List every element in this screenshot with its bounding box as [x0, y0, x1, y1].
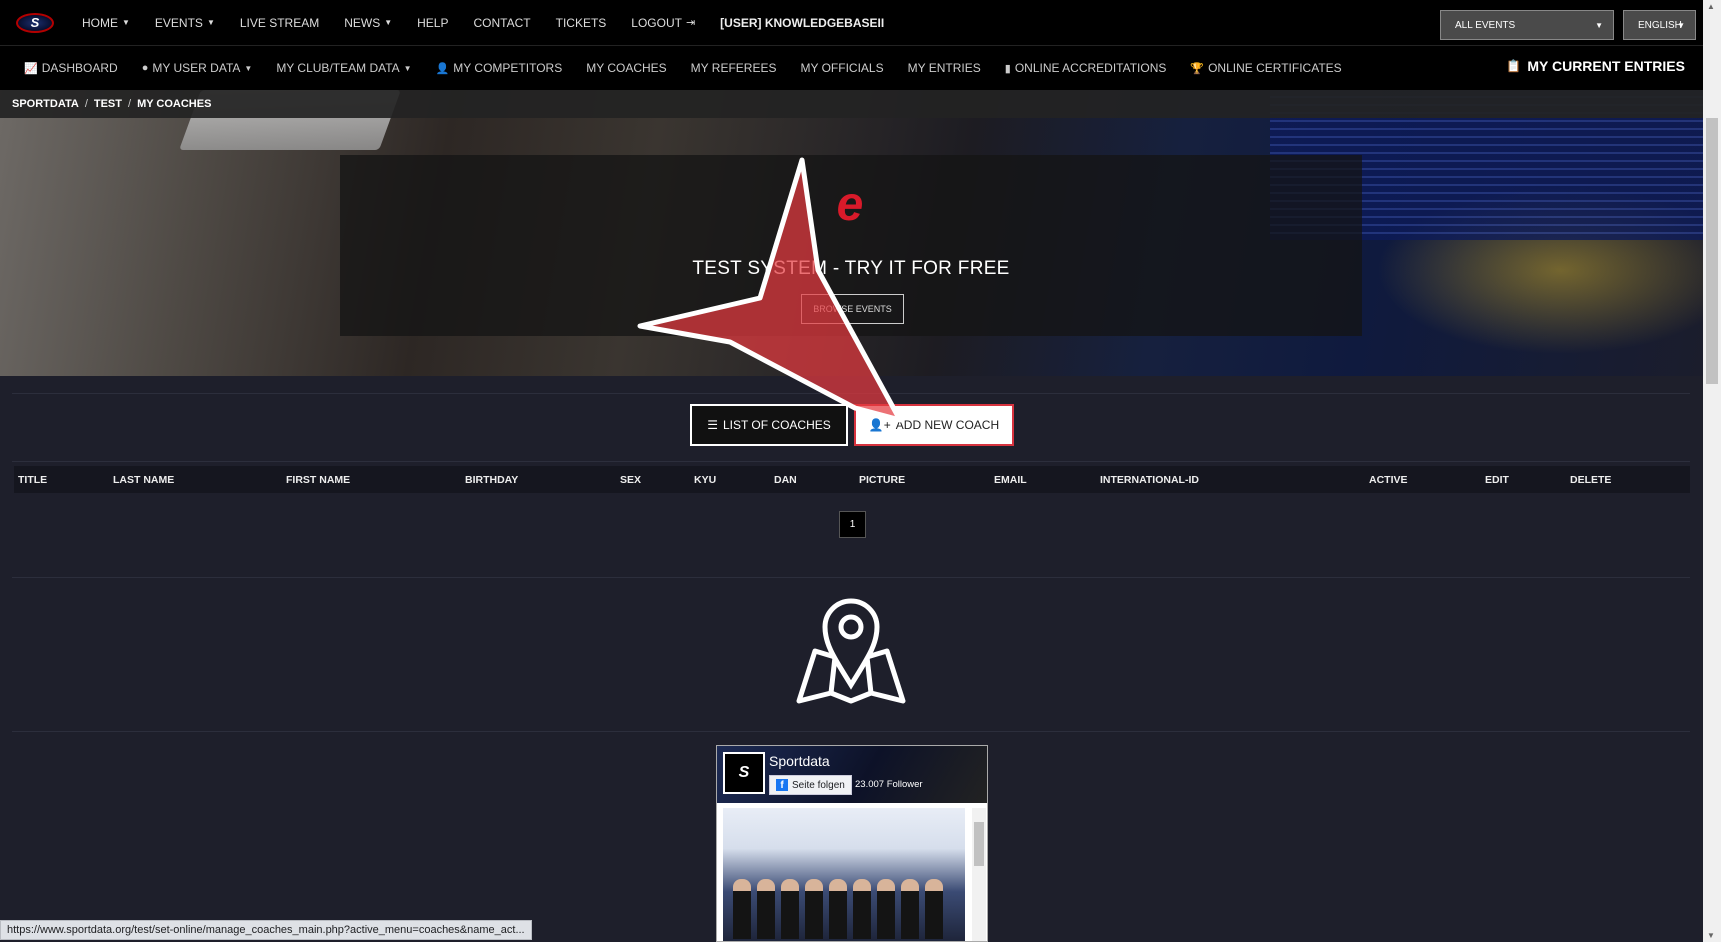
caret-down-icon: ▼: [122, 18, 130, 27]
list-of-coaches-button[interactable]: ☰ LIST OF COACHES: [690, 404, 848, 446]
nav-my-user-data[interactable]: ● MY USER DATA ▼: [142, 61, 253, 75]
column-international-id[interactable]: INTERNATIONAL-ID: [1100, 474, 1199, 486]
breadcrumb: SPORTDATA / TEST / MY COACHES: [0, 90, 1703, 118]
breadcrumb-sportdata[interactable]: SPORTDATA: [12, 98, 79, 110]
nav-home[interactable]: HOME ▼: [82, 16, 130, 30]
user-icon: 👤: [435, 62, 450, 75]
nav-contact[interactable]: CONTACT: [474, 16, 531, 30]
user-menu: 📈 DASHBOARD ● MY USER DATA ▼ MY CLUB/TEAM D…: [24, 61, 1366, 75]
trophy-icon: 🏆: [1190, 62, 1205, 75]
clipboard-icon: 📋: [1506, 59, 1522, 73]
column-delete[interactable]: DELETE: [1570, 474, 1611, 486]
nav-help[interactable]: HELP: [417, 16, 448, 30]
map-location-icon: [796, 598, 906, 704]
column-last-name[interactable]: LAST NAME: [113, 474, 174, 486]
my-current-entries-link[interactable]: 📋 MY CURRENT ENTRIES: [1506, 58, 1685, 74]
sportdata-emblem-icon: e: [836, 178, 864, 231]
nav-news[interactable]: NEWS ▼: [344, 16, 392, 30]
nav-tickets[interactable]: TICKETS: [556, 16, 607, 30]
add-new-coach-button[interactable]: 👤+ ADD NEW COACH: [854, 404, 1014, 446]
column-email[interactable]: EMAIL: [994, 474, 1027, 486]
facebook-followers: 23.007 Follower: [855, 779, 923, 790]
facebook-scrollbar[interactable]: [972, 808, 986, 941]
facebook-avatar[interactable]: S: [723, 752, 765, 794]
page-scrollbar[interactable]: ▲ ▼: [1703, 0, 1721, 942]
nav-events[interactable]: EVENTS ▼: [155, 16, 215, 30]
nav-user[interactable]: [USER] KNOWLEDGEBASEII: [720, 16, 884, 30]
column-active[interactable]: ACTIVE: [1369, 474, 1408, 486]
chart-icon: 📈: [24, 62, 38, 75]
column-picture[interactable]: PICTURE: [859, 474, 905, 486]
user-circle-icon: ●: [141, 62, 149, 74]
nav-logout[interactable]: LOGOUT ⇥: [631, 16, 695, 30]
nav-my-entries[interactable]: MY ENTRIES: [908, 61, 981, 75]
facebook-page-name[interactable]: Sportdata: [769, 753, 830, 769]
scroll-up-icon[interactable]: ▲: [1707, 2, 1715, 11]
badge-icon: ▮: [1004, 62, 1011, 75]
nav-online-accreditations[interactable]: ▮ ONLINE ACCREDITATIONS: [1005, 61, 1167, 75]
nav-dashboard[interactable]: 📈 DASHBOARD: [24, 61, 118, 75]
nav-my-officials[interactable]: MY OFFICIALS: [800, 61, 883, 75]
facebook-follow-button[interactable]: f Seite folgen: [769, 775, 852, 795]
column-first-name[interactable]: FIRST NAME: [286, 474, 350, 486]
nav-my-club-team-data[interactable]: MY CLUB/TEAM DATA ▼: [276, 61, 411, 75]
nav-live-stream[interactable]: LIVE STREAM: [240, 16, 319, 30]
caret-down-icon: ▼: [244, 63, 253, 73]
column-birthday[interactable]: BIRTHDAY: [465, 474, 518, 486]
sportdata-logo[interactable]: S: [16, 12, 54, 33]
column-sex[interactable]: SEX: [620, 474, 641, 486]
nav-my-coaches[interactable]: MY COACHES: [586, 61, 666, 75]
top-menu: HOME ▼ EVENTS ▼ LIVE STREAM NEWS ▼ HELP CON…: [82, 16, 909, 30]
page: S HOME ▼ EVENTS ▼ LIVE STREAM NEWS ▼ HELP C…: [0, 0, 1721, 942]
pagination-page[interactable]: 1: [839, 511, 866, 538]
facebook-widget: S Sportdata f Seite folgen 23.007 Follow…: [716, 745, 988, 942]
coaches-table-header: TITLE LAST NAME FIRST NAME BIRTHDAY SEX …: [14, 466, 1690, 493]
events-select[interactable]: ALL EVENTS ▼: [1440, 10, 1614, 40]
status-bar-url: https://www.sportdata.org/test/set-onlin…: [0, 920, 532, 940]
caret-down-icon: ▼: [1677, 20, 1685, 30]
column-edit[interactable]: EDIT: [1485, 474, 1509, 486]
caret-down-icon: ▼: [384, 18, 393, 27]
scroll-down-icon[interactable]: ▼: [1707, 931, 1715, 940]
nav-online-certificates[interactable]: 🏆 ONLINE CERTIFICATES: [1190, 61, 1341, 75]
divider: [12, 393, 1690, 394]
column-kyu[interactable]: KYU: [694, 474, 716, 486]
divider: [12, 577, 1690, 578]
logout-icon: ⇥: [685, 17, 696, 29]
browse-events-button[interactable]: BROWSE EVENTS: [801, 294, 904, 324]
user-navbar: 📈 DASHBOARD ● MY USER DATA ▼ MY CLUB/TEAM D…: [0, 45, 1703, 90]
caret-down-icon: ▼: [206, 18, 215, 27]
hero-tagline: TEST SYSTEM - TRY IT FOR FREE: [692, 258, 1010, 279]
column-dan[interactable]: DAN: [774, 474, 797, 486]
divider: [12, 731, 1690, 732]
divider: [12, 461, 1690, 462]
language-select[interactable]: ENGLISH ▼: [1623, 10, 1696, 40]
caret-down-icon: ▼: [403, 63, 412, 73]
breadcrumb-my-coaches: MY COACHES: [137, 98, 212, 110]
facebook-icon: f: [776, 779, 788, 791]
hero-banner: e TEST SYSTEM - TRY IT FOR FREE BROWSE E…: [0, 90, 1703, 376]
nav-my-referees[interactable]: MY REFEREES: [691, 61, 777, 75]
add-user-icon: 👤+: [868, 418, 891, 432]
top-navbar: S HOME ▼ EVENTS ▼ LIVE STREAM NEWS ▼ HELP C…: [0, 0, 1703, 45]
caret-down-icon: ▼: [1595, 20, 1603, 30]
facebook-post-image[interactable]: [723, 808, 965, 941]
list-icon: ☰: [707, 418, 718, 432]
scrollbar-thumb[interactable]: [1706, 118, 1718, 384]
nav-my-competitors[interactable]: 👤 MY COMPETITORS: [436, 61, 563, 75]
column-title[interactable]: TITLE: [18, 474, 47, 486]
breadcrumb-test[interactable]: TEST: [94, 98, 122, 110]
